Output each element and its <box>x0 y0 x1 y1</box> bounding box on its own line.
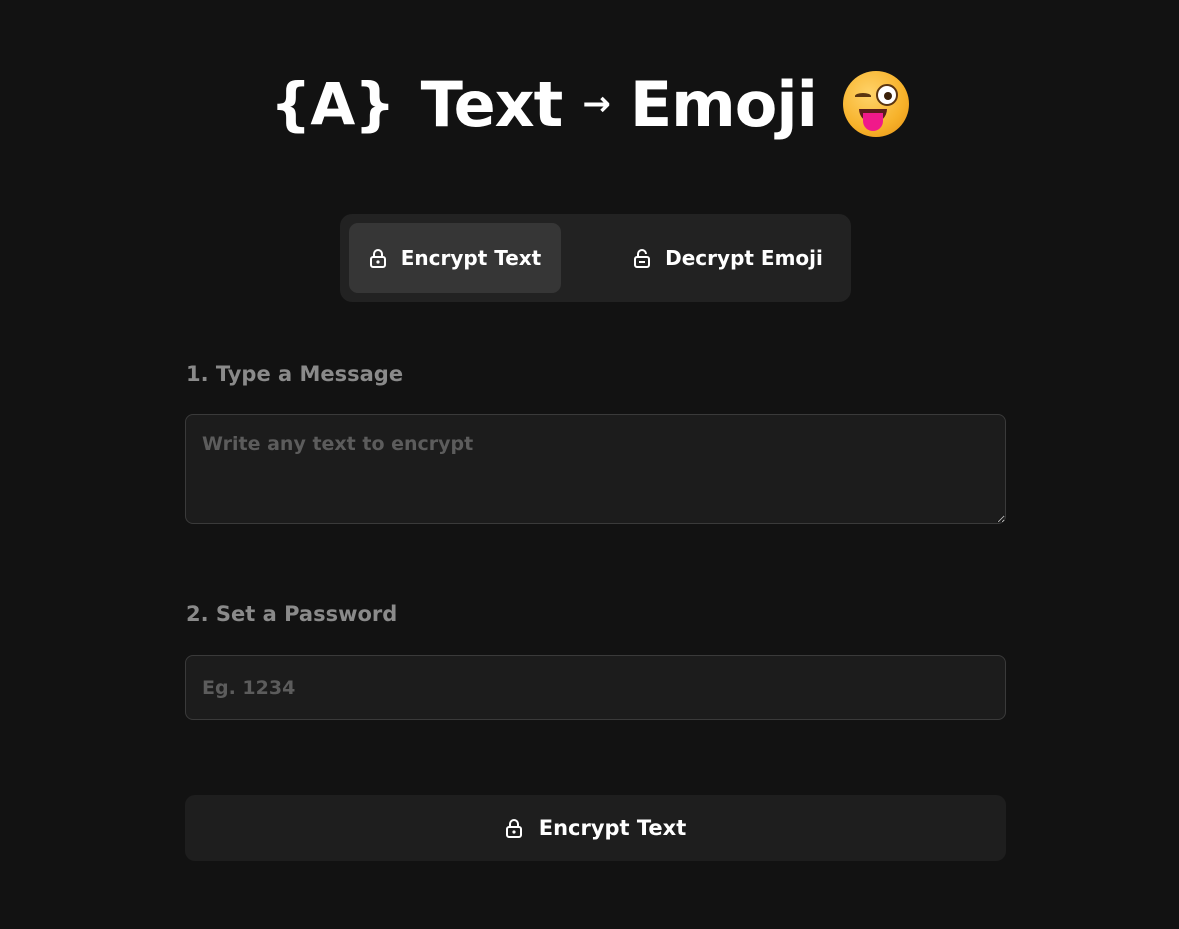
encrypt-button-label: Encrypt Text <box>538 816 687 840</box>
password-label: 2. Set a Password <box>186 602 398 626</box>
tab-decrypt-emoji[interactable]: Decrypt Emoji <box>614 223 842 293</box>
tab-decrypt-label: Decrypt Emoji <box>665 246 823 270</box>
unlock-icon <box>634 249 651 268</box>
tab-encrypt-label: Encrypt Text <box>400 246 542 270</box>
winking-face-with-tongue-emoji-icon <box>842 71 909 137</box>
message-label: 1. Type a Message <box>186 362 404 386</box>
mode-tabs: Encrypt Text Decrypt Emoji <box>340 214 851 302</box>
tab-encrypt-text[interactable]: Encrypt Text <box>349 223 561 293</box>
encrypt-text-button[interactable]: Encrypt Text <box>185 795 1006 861</box>
title-word-text: Text <box>420 67 564 141</box>
password-input[interactable] <box>185 655 1006 720</box>
lock-icon <box>369 249 386 268</box>
lock-icon <box>505 819 522 838</box>
message-textarea[interactable] <box>185 414 1006 524</box>
arrow-right-icon: → <box>582 84 610 124</box>
title-word-emoji: Emoji <box>629 67 818 141</box>
app-title: {A} Text → Emoji <box>0 64 1179 144</box>
title-braces: {A} <box>270 70 395 138</box>
